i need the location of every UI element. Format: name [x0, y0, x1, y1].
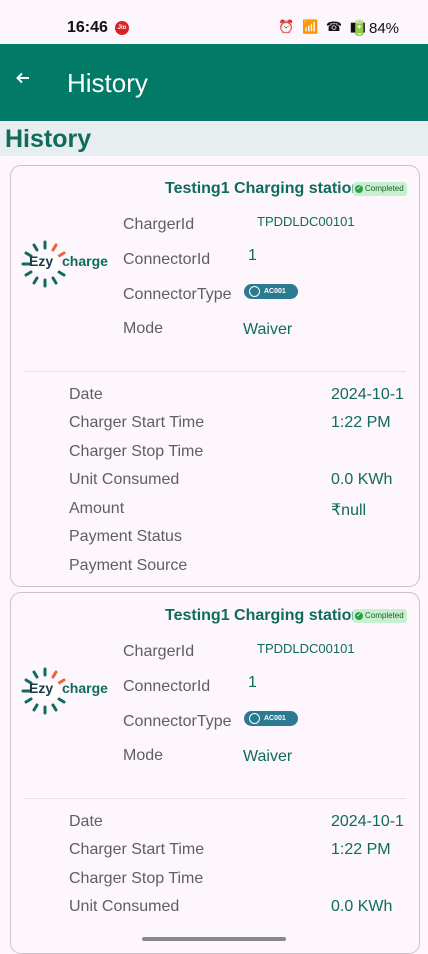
history-card[interactable]: Testing1 Charging station ✓ Completed Ez…	[10, 165, 420, 587]
date-value: 2024-10-1	[331, 813, 404, 830]
charger-id-label: ChargerId	[123, 643, 195, 660]
connector-type-value: AC001	[264, 288, 286, 295]
battery-indicator: 🔋84%	[350, 20, 399, 37]
plug-icon	[249, 286, 260, 297]
connector-id-value: 1	[248, 247, 257, 264]
check-icon: ✓	[355, 184, 363, 193]
logo-text-charge: charge	[62, 253, 108, 269]
date-label: Date	[69, 813, 103, 830]
start-time-label: Charger Start Time	[69, 414, 205, 431]
status-time: 16:46	[67, 19, 108, 36]
date-value: 2024-10-1	[331, 386, 404, 403]
app-bar-title: History	[67, 68, 148, 98]
check-icon: ✓	[355, 611, 363, 620]
app-bar: History	[0, 44, 428, 121]
divider	[23, 798, 406, 799]
connector-type-value: AC001	[264, 715, 286, 722]
stop-time-label: Charger Stop Time	[69, 443, 204, 460]
amount-value: ₹null	[331, 502, 367, 519]
charger-id-value: TPDDLDC00101	[257, 641, 355, 656]
divider	[23, 371, 406, 372]
charger-id-value: TPDDLDC00101	[257, 214, 355, 229]
unit-consumed-value: 0.0 KWh	[331, 898, 393, 915]
ezycharge-logo: Ezy charge	[21, 661, 117, 721]
payment-source-label: Payment Source	[69, 557, 188, 574]
ezycharge-logo: Ezy charge	[21, 234, 117, 294]
start-time-label: Charger Start Time	[69, 841, 205, 858]
section-header: History	[0, 121, 428, 156]
status-text: Completed	[365, 184, 404, 193]
arrow-left-icon[interactable]	[15, 70, 31, 90]
start-time-value: 1:22 PM	[331, 841, 391, 858]
logo-text-ezy: Ezy	[29, 680, 54, 696]
status-badge: ✓ Completed	[353, 182, 407, 196]
mode-label: Mode	[123, 320, 164, 337]
station-name: Testing1 Charging station	[165, 607, 355, 624]
connector-id-value: 1	[248, 674, 257, 691]
carrier-badge: Jio	[115, 21, 129, 35]
unit-consumed-label: Unit Consumed	[69, 471, 180, 488]
connector-type-chip: AC001	[244, 711, 298, 726]
mode-label: Mode	[123, 747, 164, 764]
gesture-nav-bar[interactable]	[142, 937, 286, 941]
connector-id-label: ConnectorId	[123, 251, 211, 268]
unit-consumed-value: 0.0 KWh	[331, 471, 393, 488]
connector-type-label: ConnectorType	[123, 286, 232, 303]
status-text: Completed	[365, 611, 404, 620]
status-bar: 16:46 Jio ⏰ 📶 ☎ ▮▮ 🔋84%	[0, 0, 428, 44]
history-card[interactable]: Testing1 Charging station ✓ Completed Ez…	[10, 592, 420, 954]
unit-consumed-label: Unit Consumed	[69, 898, 180, 915]
mode-value: Waiver	[243, 748, 293, 765]
status-badge: ✓ Completed	[353, 609, 407, 623]
amount-label: Amount	[69, 500, 125, 517]
connector-id-label: ConnectorId	[123, 678, 211, 695]
connector-type-label: ConnectorType	[123, 713, 232, 730]
charger-id-label: ChargerId	[123, 216, 195, 233]
mode-value: Waiver	[243, 321, 293, 338]
section-title: History	[5, 125, 92, 153]
start-time-value: 1:22 PM	[331, 414, 391, 431]
station-name: Testing1 Charging station	[165, 180, 355, 197]
payment-status-label: Payment Status	[69, 528, 182, 545]
logo-text-ezy: Ezy	[29, 253, 54, 269]
connector-type-chip: AC001	[244, 284, 298, 299]
logo-text-charge: charge	[62, 680, 108, 696]
plug-icon	[249, 713, 260, 724]
date-label: Date	[69, 386, 103, 403]
stop-time-label: Charger Stop Time	[69, 870, 204, 887]
